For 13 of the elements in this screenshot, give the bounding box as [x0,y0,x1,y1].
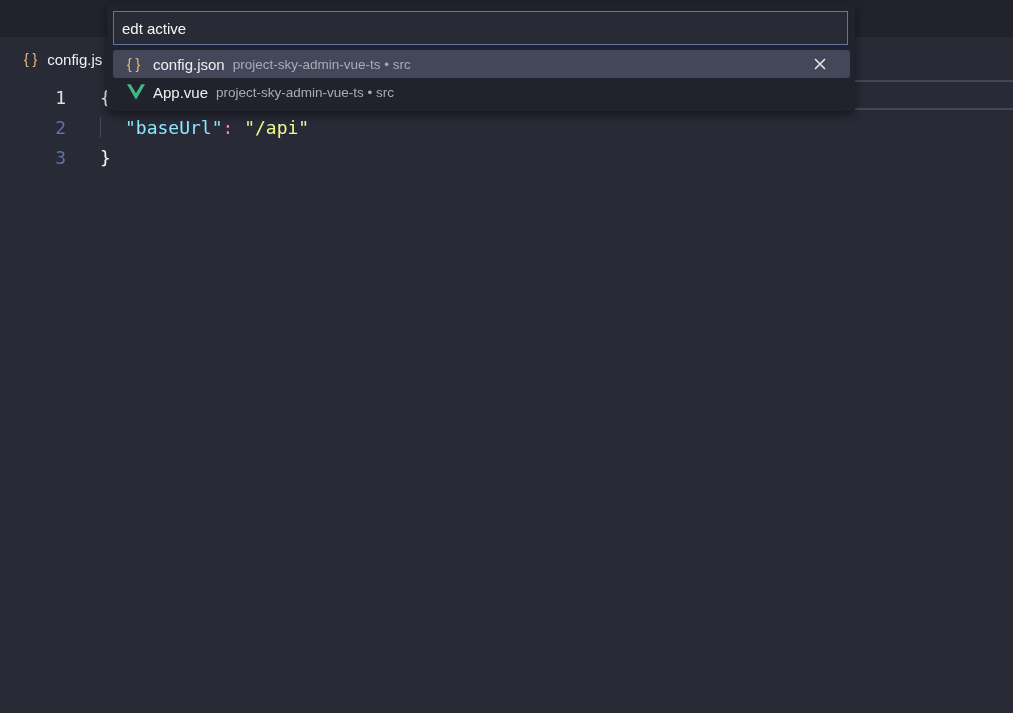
editor-tab[interactable]: config.js [47,50,103,68]
result-item[interactable]: App.vue project-sky-admin-vue-ts • src [113,78,850,106]
result-item[interactable]: { } config.json project-sky-admin-vue-ts • src [113,50,850,78]
vue-logo-icon [127,84,145,100]
code-line: } [100,146,111,168]
search-field[interactable]: edt active [113,11,848,45]
line-number: 2 [54,116,66,138]
code-line: "baseUrl": "/api" [100,116,310,138]
close-icon[interactable] [814,58,826,70]
braces-icon: { } [24,51,38,67]
line-number: 1 [54,86,66,108]
braces-icon: { } [127,56,145,72]
line-number: 3 [54,146,66,168]
